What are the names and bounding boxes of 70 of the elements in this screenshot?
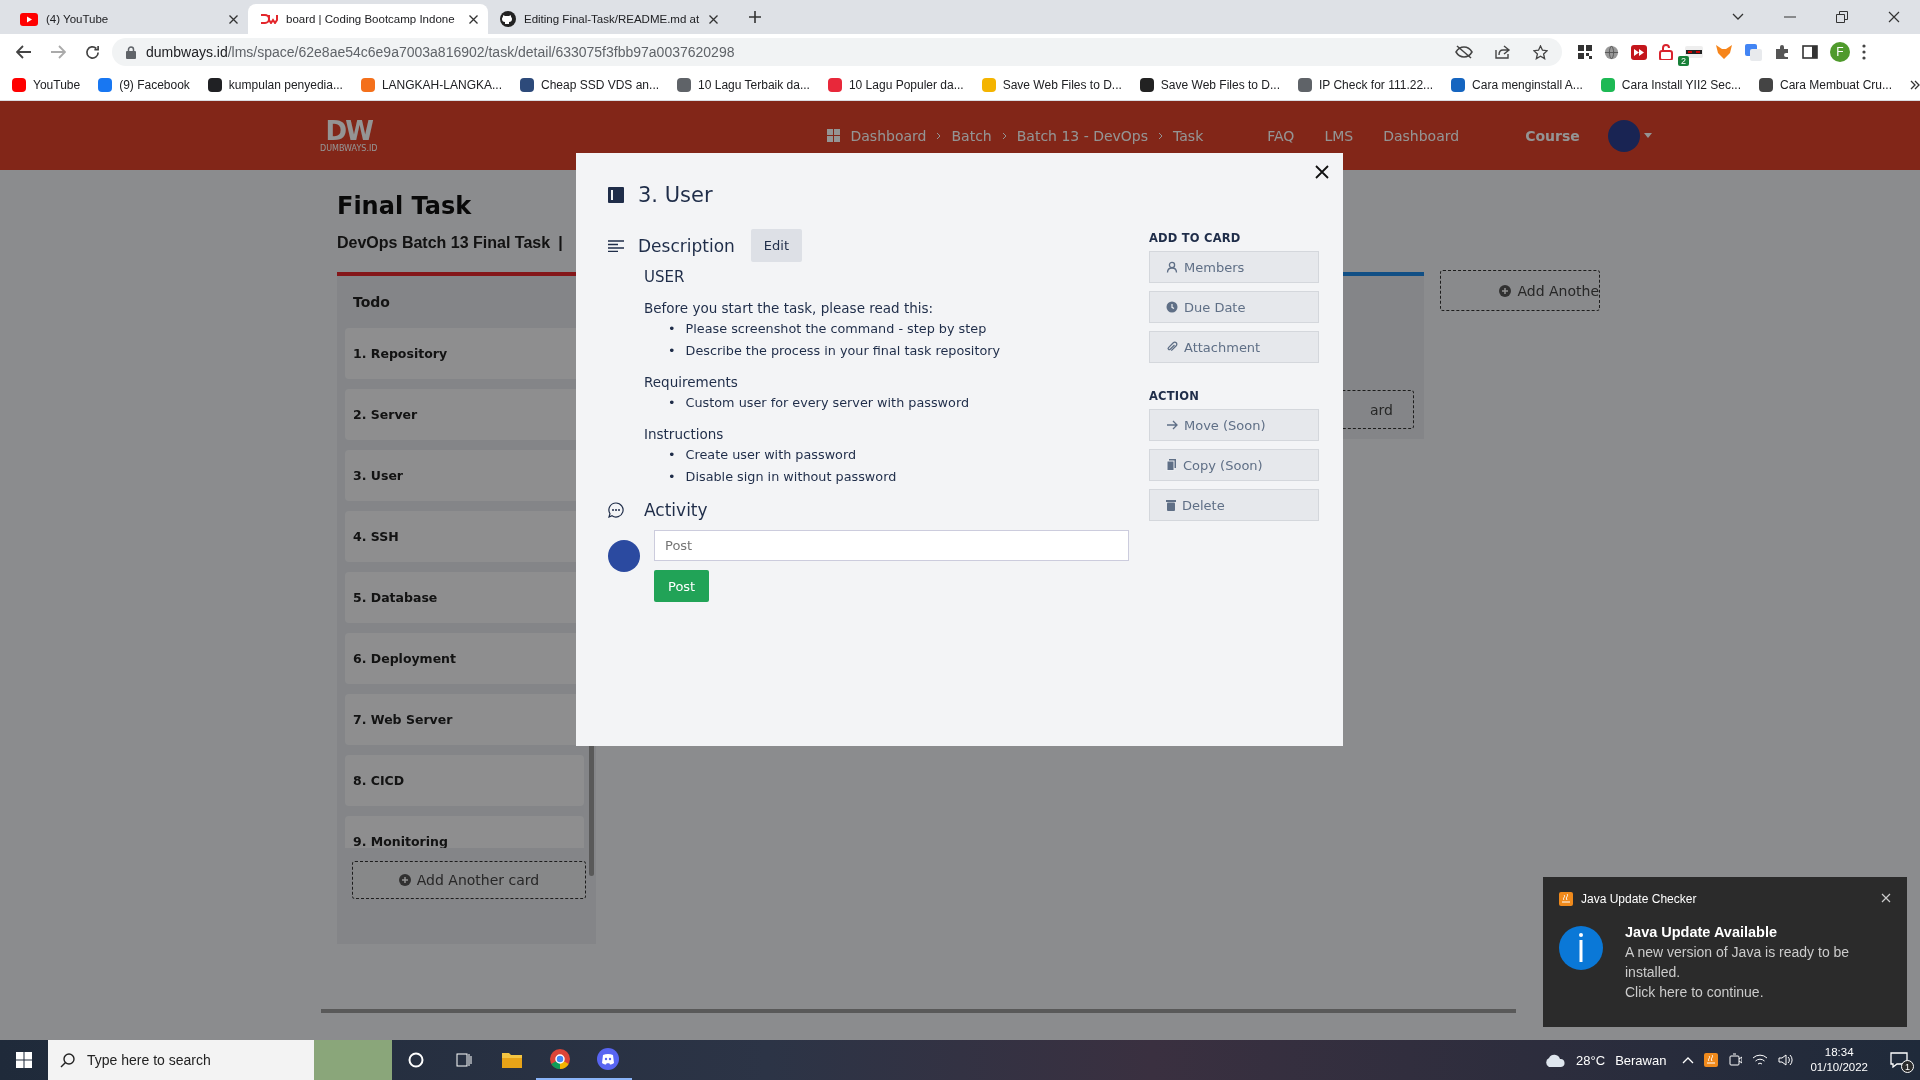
bookmark-link[interactable]: IP Check for 111.22...: [1298, 78, 1434, 92]
list-item: • Describe the process in your final task repository: [668, 342, 1002, 360]
bookmark-link[interactable]: Save Web Files to D...: [981, 78, 1122, 92]
breadcrumb-link[interactable]: Batch: [951, 127, 992, 144]
breadcrumb-link[interactable]: Batch 13 - DevOps: [1016, 127, 1149, 144]
sidebar-heading: ACTION: [1149, 389, 1201, 403]
breadcrumb-link[interactable]: Dashboard: [850, 127, 927, 144]
nav-link[interactable]: FAQ: [1267, 127, 1295, 144]
content-heading: USER: [644, 268, 686, 286]
sidebar-button[interactable]: Copy (Soon): [1149, 449, 1319, 481]
list-heading: Requirements: [644, 374, 739, 390]
task-card[interactable]: 9. Monitoring: [345, 816, 584, 848]
browser-tab[interactable]: (4) YouTube: [8, 4, 248, 34]
bookmark-link[interactable]: 10 Lagu Populer da...: [827, 78, 964, 92]
bookmark-link[interactable]: Cara Install YII2 Sec...: [1600, 78, 1741, 92]
browser-tab[interactable]: Editing Final-Task/README.md at: [488, 4, 728, 34]
dialog-title: 3. User: [638, 183, 713, 207]
page-title: Final Task: [337, 192, 472, 220]
separator-text: |: [558, 234, 563, 252]
bookmark-link[interactable]: YouTube: [12, 78, 81, 92]
column-title: Todo: [352, 293, 391, 312]
section-heading: Description: [638, 235, 735, 256]
sidebar-button[interactable]: Delete: [1149, 489, 1319, 521]
task-card[interactable]: 8. CICD: [345, 755, 584, 806]
bookmark-link[interactable]: kumpulan penyedia...: [207, 78, 343, 92]
bookmark-link[interactable]: 10 Lagu Terbaik da...: [677, 78, 810, 92]
profile-avatar[interactable]: F: [1830, 42, 1850, 62]
sidebar-button[interactable]: Members: [1149, 251, 1319, 283]
notification-title: Java Update Available: [1625, 923, 1779, 942]
list-heading: Before you start the task, please read this:: [644, 300, 935, 316]
weather-text[interactable]: Berawan: [1615, 1052, 1667, 1068]
comment-input[interactable]: Post: [654, 530, 1129, 561]
temperature-text[interactable]: 28°C: [1576, 1052, 1606, 1068]
bookmark-link[interactable]: (9) Facebook: [98, 78, 190, 92]
taskbar-search-field[interactable]: Type here to search: [48, 1040, 392, 1080]
post-button[interactable]: Post: [654, 570, 710, 602]
bookmark-link[interactable]: LANGKAH-LANGKA...: [360, 78, 502, 92]
notification-app-name: Java Update Checker: [1581, 891, 1697, 906]
nav-link[interactable]: Course: [1525, 127, 1580, 144]
sidebar-heading: ADD TO CARD: [1149, 231, 1242, 245]
browser-tab[interactable]: board | Coding Bootcamp Indone: [248, 4, 488, 34]
bookmark-link[interactable]: Save Web Files to D...: [1139, 78, 1280, 92]
notification-message: A new version of Java is ready to be installed.: [1625, 944, 1850, 980]
action-center-button[interactable]: 1: [1884, 1045, 1914, 1075]
bookmark-link[interactable]: Cheap SSD VDS an...: [520, 78, 660, 92]
sidebar-button[interactable]: Attachment: [1149, 331, 1319, 363]
list-item: • Custom user for every server with password: [668, 394, 971, 412]
nav-link[interactable]: Dashboard: [1383, 127, 1460, 144]
list-item: • Disable sign in without password: [668, 468, 898, 486]
site-logo[interactable]: DW DUMBWAYS.ID: [320, 118, 378, 153]
nav-link[interactable]: LMS: [1324, 127, 1354, 144]
list-heading: Instructions: [644, 426, 725, 442]
address-bar[interactable]: dumbways.id/lms/space/62e8ae54c6e9a7003a816902/task/detail/633075f3fbb97a0037620298: [112, 38, 1562, 66]
list-item: • Create user with password: [668, 446, 858, 464]
bookmark-link[interactable]: Cara menginstall A...: [1451, 78, 1583, 92]
toast-notification[interactable]: Java Update Checker Java Update Available A new version of Java is ready to be installed. Click here to continue.: [1543, 877, 1907, 1027]
breadcrumb-link[interactable]: Task: [1173, 127, 1204, 144]
page-subtitle: DevOps Batch 13 Final Task: [337, 234, 551, 252]
bookmark-link[interactable]: Cara Membuat Cru...: [1758, 78, 1892, 92]
sidebar-button[interactable]: Move (Soon): [1149, 409, 1319, 441]
sidebar-button[interactable]: Due Date: [1149, 291, 1319, 323]
edit-button[interactable]: Edit: [750, 229, 802, 262]
add-list-button[interactable]: Add Anothe: [1440, 270, 1600, 311]
extension-badge: 2: [1678, 56, 1689, 66]
notification-action: Click here to continue.: [1625, 984, 1764, 1000]
taskbar-clock[interactable]: 18:34 01/10/2022: [1810, 1045, 1868, 1075]
url-text: dumbways.id/lms/space/62e8ae54c6e9a7003a816902/task/detail/633075f3fbb97a0037620298: [146, 44, 735, 60]
add-card-button[interactable]: Add Another card: [352, 861, 586, 899]
section-heading: Activity: [644, 500, 708, 520]
list-item: • Please screenshot the command - step by step: [668, 320, 988, 338]
